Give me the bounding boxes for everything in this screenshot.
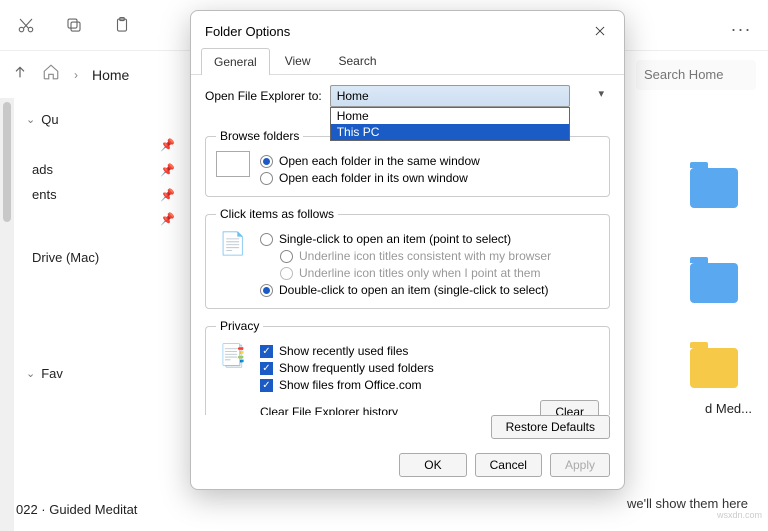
radio-own-window[interactable] <box>260 172 273 185</box>
radio-label: Double-click to open an item (single-cli… <box>279 283 548 297</box>
watermark: wsxdn.com <box>717 510 762 520</box>
pin-icon: 📌 <box>160 212 175 226</box>
breadcrumb-home[interactable]: Home <box>92 67 129 83</box>
folder-icon[interactable] <box>690 168 738 208</box>
radio-label: Single-click to open an item (point to s… <box>279 232 511 246</box>
sidebar-item[interactable]: ads📌 <box>18 157 185 182</box>
radio-underline-point <box>280 267 293 280</box>
sidebar-item-drive[interactable]: Drive (Mac) <box>18 245 185 270</box>
open-explorer-combo[interactable]: Home <box>330 85 570 107</box>
more-button[interactable]: ... <box>731 15 752 36</box>
browse-thumbnail-icon <box>216 151 250 177</box>
copy-icon[interactable] <box>64 15 84 35</box>
checkbox-label: Show recently used files <box>279 344 408 358</box>
bottom-left-text: 022 · Guided Meditat <box>16 502 137 517</box>
sidebar-item[interactable]: 📌 <box>18 133 185 157</box>
privacy-group: Privacy 📑 ✓ Show recently used files ✓ Sho… <box>205 319 610 415</box>
chevron-right-icon: › <box>74 68 78 82</box>
open-explorer-dropdown: Home This PC <box>330 107 570 141</box>
folder-label: d Med... <box>705 401 752 416</box>
apply-button[interactable]: Apply <box>550 453 610 477</box>
cut-icon[interactable] <box>16 15 36 35</box>
checkbox-office-files[interactable]: ✓ <box>260 379 273 392</box>
sidebar-label: Fav <box>41 366 63 381</box>
folder-icon[interactable] <box>690 348 738 388</box>
clear-button[interactable]: Clear <box>540 400 599 415</box>
folder-options-dialog: Folder Options General View Search Open … <box>190 10 625 490</box>
browse-legend: Browse folders <box>216 129 303 143</box>
clear-history-label: Clear File Explorer history <box>260 405 398 415</box>
radio-underline-browser <box>280 250 293 263</box>
paste-icon[interactable] <box>112 15 132 35</box>
click-icon: 📄 <box>216 229 250 259</box>
privacy-legend: Privacy <box>216 319 263 333</box>
radio-single-click[interactable] <box>260 233 273 246</box>
radio-label: Underline icon titles consistent with my… <box>299 249 551 263</box>
close-button[interactable] <box>590 21 610 41</box>
checkbox-label: Show files from Office.com <box>279 378 422 392</box>
content-footer-text: we'll show them here <box>627 496 748 511</box>
sidebar-group-quick[interactable]: ⌄Qu <box>18 106 185 133</box>
radio-label: Underline icon titles only when I point … <box>299 266 540 280</box>
up-icon[interactable] <box>12 64 28 85</box>
click-legend: Click items as follows <box>216 207 338 221</box>
click-items-group: Click items as follows 📄 Single-click to… <box>205 207 610 309</box>
home-icon[interactable] <box>42 63 60 86</box>
sidebar-scrollbar[interactable] <box>0 98 14 531</box>
privacy-icon: 📑 <box>216 341 250 371</box>
checkbox-frequent-folders[interactable]: ✓ <box>260 362 273 375</box>
tab-view[interactable]: View <box>272 47 324 74</box>
open-explorer-label: Open File Explorer to: <box>205 89 322 103</box>
folder-icon[interactable] <box>690 263 738 303</box>
pin-icon: 📌 <box>160 138 175 152</box>
dialog-title: Folder Options <box>205 24 290 39</box>
dropdown-item-thispc[interactable]: This PC <box>331 124 569 140</box>
checkbox-label: Show frequently used folders <box>279 361 434 375</box>
tab-general[interactable]: General <box>201 48 270 75</box>
sidebar-label: Qu <box>41 112 58 127</box>
tab-bar: General View Search <box>191 47 624 75</box>
radio-double-click[interactable] <box>260 284 273 297</box>
restore-defaults-button[interactable]: Restore Defaults <box>491 415 610 439</box>
ok-button[interactable]: OK <box>399 453 466 477</box>
radio-label: Open each folder in the same window <box>279 154 480 168</box>
tab-search[interactable]: Search <box>326 47 390 74</box>
sidebar-item[interactable]: 📌 <box>18 207 185 231</box>
pin-icon: 📌 <box>160 163 175 177</box>
pin-icon: 📌 <box>160 188 175 202</box>
radio-label: Open each folder in its own window <box>279 171 468 185</box>
search-input[interactable] <box>636 60 756 90</box>
dropdown-item-home[interactable]: Home <box>331 108 569 124</box>
checkbox-recent-files[interactable]: ✓ <box>260 345 273 358</box>
sidebar: ⌄Qu 📌 ads📌 ents📌 📌 Drive (Mac) ⌄Fav <box>14 98 189 531</box>
cancel-button[interactable]: Cancel <box>475 453 542 477</box>
sidebar-group-fav[interactable]: ⌄Fav <box>18 360 185 387</box>
radio-same-window[interactable] <box>260 155 273 168</box>
sidebar-item[interactable]: ents📌 <box>18 182 185 207</box>
